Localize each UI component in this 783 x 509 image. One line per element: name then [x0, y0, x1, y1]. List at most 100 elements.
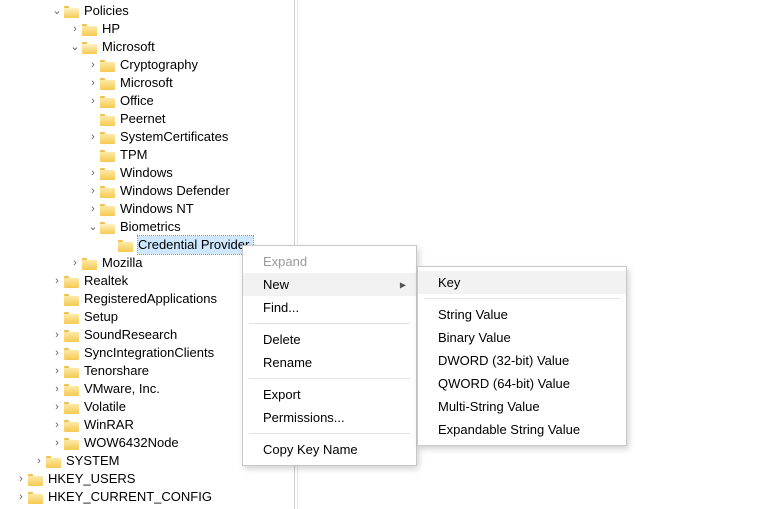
folder-icon [118, 239, 134, 252]
menu-item-label: DWORD (32-bit) Value [438, 353, 569, 368]
chevron-right-icon[interactable]: › [50, 344, 64, 362]
tree-item-hp[interactable]: ›HP [0, 20, 294, 38]
chevron-right-icon[interactable]: › [86, 128, 100, 146]
folder-icon [100, 185, 116, 198]
chevron-right-icon[interactable]: › [50, 380, 64, 398]
tree-item-label: WOW6432Node [84, 434, 183, 452]
tree-item-tpm[interactable]: · TPM [0, 146, 294, 164]
folder-icon [64, 383, 80, 396]
folder-icon [64, 419, 80, 432]
menu-new[interactable]: New ▶ [243, 273, 416, 296]
submenu-qword-64[interactable]: QWORD (64-bit) Value [418, 372, 626, 395]
tree-item-office[interactable]: › Office [0, 92, 294, 110]
chevron-right-icon[interactable]: › [86, 164, 100, 182]
menu-item-label: Expand [263, 254, 307, 269]
menu-delete[interactable]: Delete [243, 328, 416, 351]
submenu-multi-string[interactable]: Multi-String Value [418, 395, 626, 418]
menu-item-label: Find... [263, 300, 299, 315]
menu-item-label: Export [263, 387, 301, 402]
tree-item-label: Volatile [84, 398, 130, 416]
chevron-right-icon[interactable]: › [50, 398, 64, 416]
tree-item-label: TPM [120, 146, 151, 164]
chevron-right-icon[interactable]: › [50, 362, 64, 380]
submenu-binary-value[interactable]: Binary Value [418, 326, 626, 349]
menu-export[interactable]: Export [243, 383, 416, 406]
submenu-string-value[interactable]: String Value [418, 303, 626, 326]
folder-icon [100, 149, 116, 162]
tree-item-label: Windows NT [120, 200, 198, 218]
tree-item-hkey-current-config[interactable]: › HKEY_CURRENT_CONFIG [0, 488, 294, 506]
tree-item-windows-defender[interactable]: ›Windows Defender [0, 182, 294, 200]
menu-item-label: New [263, 277, 289, 292]
folder-icon [46, 455, 62, 468]
tree-item-label: Cryptography [120, 56, 202, 74]
submenu-dword-32[interactable]: DWORD (32-bit) Value [418, 349, 626, 372]
tree-item-label: Policies [84, 2, 133, 20]
folder-open-icon [82, 41, 98, 54]
tree-item-microsoft[interactable]: ⌄Microsoft [0, 38, 294, 56]
menu-item-label: Binary Value [438, 330, 511, 345]
chevron-right-icon: ▶ [400, 280, 406, 289]
tree-item-biometrics[interactable]: ⌄ Biometrics [0, 218, 294, 236]
chevron-right-icon[interactable]: › [86, 74, 100, 92]
tree-item-label: SYSTEM [66, 452, 123, 470]
chevron-down-icon[interactable]: ⌄ [86, 218, 100, 236]
chevron-right-icon[interactable]: › [50, 434, 64, 452]
menu-find[interactable]: Find... [243, 296, 416, 319]
menu-permissions[interactable]: Permissions... [243, 406, 416, 429]
tree-item-label: SystemCertificates [120, 128, 232, 146]
context-submenu-new[interactable]: Key String Value Binary Value DWORD (32-bit… [417, 266, 627, 446]
twisty-none: · [86, 146, 100, 164]
chevron-down-icon[interactable]: ⌄ [50, 2, 64, 20]
twisty-none: · [104, 236, 118, 254]
tree-item-cryptography[interactable]: › Cryptography [0, 56, 294, 74]
chevron-right-icon[interactable]: › [50, 326, 64, 344]
tree-item-microsoft-sub[interactable]: ›Microsoft [0, 74, 294, 92]
tree-item-systemcertificates[interactable]: › SystemCertificates [0, 128, 294, 146]
chevron-down-icon[interactable]: ⌄ [68, 38, 82, 56]
tree-item-windows[interactable]: › Windows [0, 164, 294, 182]
tree-item-label: Credential Provider [138, 236, 253, 254]
menu-item-label: Delete [263, 332, 301, 347]
tree-item-hkey-users[interactable]: › HKEY_USERS [0, 470, 294, 488]
menu-rename[interactable]: Rename [243, 351, 416, 374]
chevron-right-icon[interactable]: › [86, 92, 100, 110]
folder-icon [82, 257, 98, 270]
chevron-right-icon[interactable]: › [32, 452, 46, 470]
twisty-none: · [86, 110, 100, 128]
folder-icon [28, 473, 44, 486]
menu-separator [249, 323, 410, 324]
tree-item-label: Biometrics [120, 218, 185, 236]
submenu-key[interactable]: Key [418, 271, 626, 294]
submenu-expandable-string[interactable]: Expandable String Value [418, 418, 626, 441]
menu-copy-key-name[interactable]: Copy Key Name [243, 438, 416, 461]
chevron-right-icon[interactable]: › [50, 272, 64, 290]
tree-item-peernet[interactable]: ·Peernet [0, 110, 294, 128]
chevron-right-icon[interactable]: › [14, 470, 28, 488]
folder-open-icon [64, 5, 80, 18]
chevron-right-icon[interactable]: › [68, 20, 82, 38]
tree-item-windows-nt[interactable]: › Windows NT [0, 200, 294, 218]
context-menu[interactable]: Expand New ▶ Find... Delete Rename Export Permi… [242, 245, 417, 466]
chevron-right-icon[interactable]: › [50, 416, 64, 434]
folder-icon [64, 275, 80, 288]
menu-separator [424, 298, 620, 299]
tree-item-label: HKEY_CURRENT_CONFIG [48, 488, 216, 506]
chevron-right-icon[interactable]: › [86, 56, 100, 74]
folder-icon [82, 23, 98, 36]
chevron-right-icon[interactable]: › [86, 182, 100, 200]
menu-item-label: Copy Key Name [263, 442, 358, 457]
tree-item-label: HKEY_USERS [48, 470, 139, 488]
chevron-right-icon[interactable]: › [14, 488, 28, 506]
chevron-right-icon[interactable]: › [68, 254, 82, 272]
menu-separator [249, 433, 410, 434]
menu-item-label: Multi-String Value [438, 399, 540, 414]
folder-icon [64, 311, 80, 324]
tree-item-label: Windows [120, 164, 177, 182]
folder-icon [64, 347, 80, 360]
folder-icon [28, 491, 44, 504]
chevron-right-icon[interactable]: › [86, 200, 100, 218]
tree-item-label: SyncIntegrationClients [84, 344, 218, 362]
tree-item-label: Office [120, 92, 158, 110]
tree-item-policies[interactable]: ⌄ Policies [0, 2, 294, 20]
